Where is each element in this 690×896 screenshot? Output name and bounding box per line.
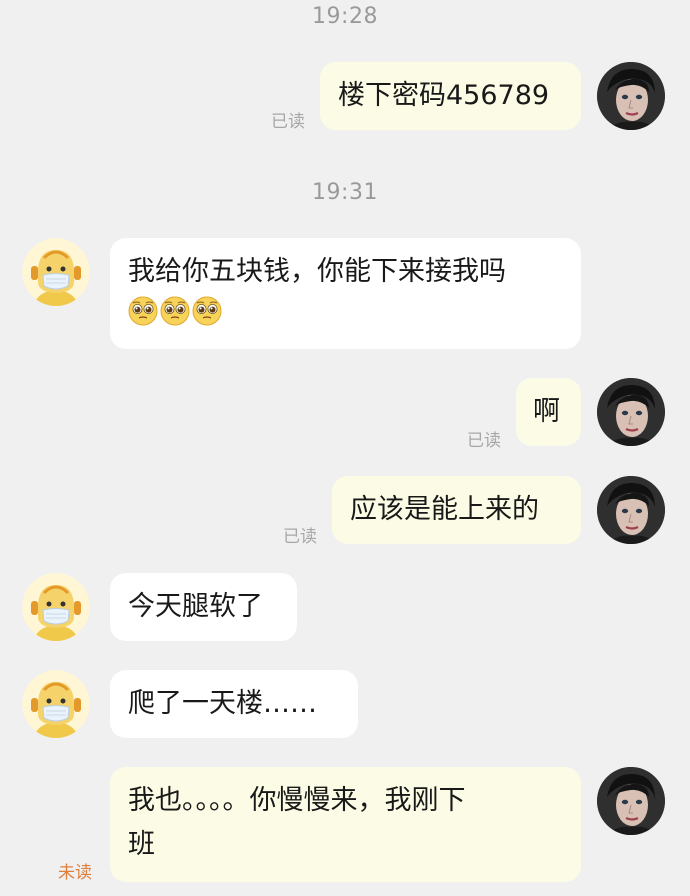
message-text: 今天腿软了 xyxy=(128,591,263,622)
message-bubble[interactable]: 我给你五块钱，你能下来接我吗 xyxy=(110,238,581,349)
message-text: 我给你五块钱，你能下来接我吗 xyxy=(128,256,506,287)
read-status: 已读 xyxy=(283,527,317,547)
my-avatar-icon[interactable] xyxy=(597,378,665,446)
message-text: 楼下密码456789 xyxy=(338,80,550,111)
emoji-row xyxy=(128,296,563,326)
message-bubble[interactable]: 啊 xyxy=(516,378,581,446)
unread-status: 未读 xyxy=(58,863,92,883)
pleading-face-emoji-icon xyxy=(160,296,190,326)
my-avatar-icon[interactable] xyxy=(597,62,665,130)
message-bubble[interactable]: 我也。。。。你慢慢来，我刚下 班 xyxy=(110,767,581,882)
message-text-line: 班 xyxy=(128,829,155,860)
read-status: 已读 xyxy=(271,112,305,132)
message-bubble[interactable]: 今天腿软了 xyxy=(110,573,297,641)
message-text: 啊 xyxy=(533,396,560,427)
message-bubble[interactable]: 爬了一天楼…… xyxy=(110,670,358,738)
message-text: 爬了一天楼…… xyxy=(128,688,317,719)
read-status: 已读 xyxy=(467,431,501,451)
message-bubble[interactable]: 应该是能上来的 xyxy=(332,476,581,544)
my-avatar-icon[interactable] xyxy=(597,767,665,835)
friend-avatar-icon[interactable] xyxy=(22,238,90,306)
friend-avatar-icon[interactable] xyxy=(22,670,90,738)
my-avatar-icon[interactable] xyxy=(597,476,665,544)
pleading-face-emoji-icon xyxy=(128,296,158,326)
message-bubble[interactable]: 楼下密码456789 xyxy=(320,62,581,130)
pleading-face-emoji-icon xyxy=(192,296,222,326)
timestamp: 19:31 xyxy=(312,180,378,205)
timestamp: 19:28 xyxy=(312,4,378,29)
message-text-line: 我也。。。。你慢慢来，我刚下 xyxy=(128,785,466,816)
friend-avatar-icon[interactable] xyxy=(22,573,90,641)
message-text: 应该是能上来的 xyxy=(350,494,539,525)
